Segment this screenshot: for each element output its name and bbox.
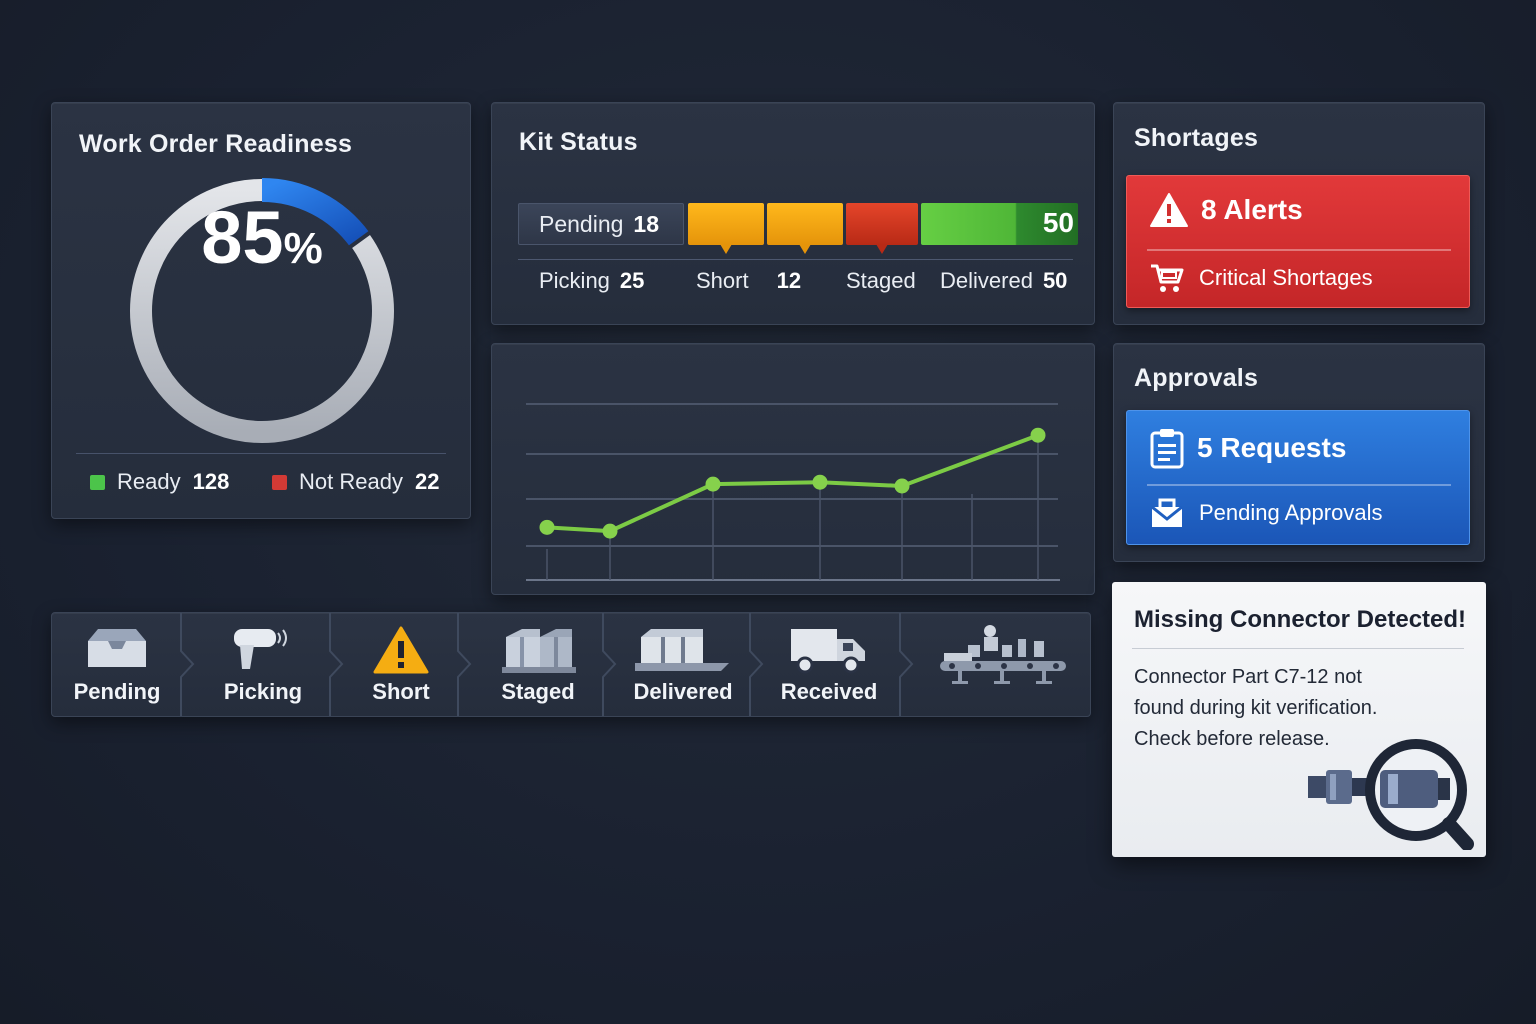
clipboard-icon <box>1150 429 1184 469</box>
donut-progress-arc <box>261 178 370 248</box>
trend-series-line <box>546 433 1039 534</box>
shortages-title: Shortages <box>1134 124 1259 152</box>
kit-status-title: Kit Status <box>519 128 638 156</box>
kit-segment-staged[interactable] <box>846 203 918 254</box>
alerts-heading: 8 Alerts <box>1149 192 1303 228</box>
alerts-count-label: 8 Alerts <box>1201 194 1303 225</box>
kit-label-staged: Staged <box>846 268 916 294</box>
kit-workflow-strip: Pending Picking Short Staged Delivered R… <box>51 612 1091 717</box>
kit-segment-short[interactable] <box>767 203 843 254</box>
legend-not-ready: Not Ready 22 <box>272 469 439 495</box>
workflow-step-received[interactable]: Received <box>765 613 893 716</box>
not-ready-label: Not Ready <box>299 469 403 494</box>
workflow-step-picking[interactable]: Picking <box>196 613 330 716</box>
notification-line: Connector Part C7-12 not <box>1134 666 1362 688</box>
pallet-icon <box>502 629 576 673</box>
kit-status-panel: Kit Status Pending 18 50 Picking 25 Short 1… <box>491 102 1095 325</box>
workflow-step-assembly[interactable] <box>915 613 1090 716</box>
kit-status-divider <box>518 259 1073 260</box>
workflow-step-delivered[interactable]: Delivered <box>618 613 748 716</box>
delivered-boxes-icon <box>635 629 729 671</box>
kit-segment-pending[interactable]: Pending 18 <box>518 203 684 245</box>
readiness-title: Work Order Readiness <box>79 130 353 158</box>
pending-approvals-link[interactable]: Pending Approvals <box>1149 497 1382 529</box>
box-icon <box>88 629 146 667</box>
readiness-donut <box>130 178 394 443</box>
step-label-staged: Staged <box>501 679 575 704</box>
inbox-icon <box>1151 498 1183 527</box>
kit-trend-panel <box>491 343 1095 595</box>
not-ready-count: 22 <box>414 469 440 494</box>
assembly-line-icon <box>940 625 1066 684</box>
step-label-picking: Picking <box>223 679 303 704</box>
kit-label-short: Short 12 <box>696 268 801 294</box>
kit-label-delivered: Delivered 50 <box>940 268 1067 294</box>
chevron-right-icon <box>457 613 472 716</box>
chevron-right-icon <box>749 613 764 716</box>
warning-icon <box>373 626 429 674</box>
connector-magnifier-icon <box>1308 739 1474 850</box>
pending-approvals-label: Pending Approvals <box>1199 500 1383 525</box>
missing-connector-notification[interactable]: Missing Connector Detected! Connector Pa… <box>1112 582 1486 857</box>
chevron-right-icon <box>602 613 617 716</box>
ready-count: 128 <box>192 469 230 494</box>
requests-divider <box>1147 484 1451 486</box>
kit-label-picking: Picking 25 <box>539 268 644 294</box>
shortages-panel: Shortages 8 Alerts Critical Shortages <box>1113 102 1485 325</box>
workflow-step-staged[interactable]: Staged <box>473 613 603 716</box>
readiness-divider <box>76 453 446 454</box>
requests-heading: 5 Requests <box>1149 427 1346 469</box>
short-label: Short <box>696 268 749 293</box>
not-ready-swatch <box>272 474 287 490</box>
kit-trend-chart <box>526 403 1060 581</box>
pending-label: Pending <box>539 210 624 237</box>
step-label-delivered: Delivered <box>633 679 733 704</box>
staged-label: Staged <box>846 268 916 293</box>
kit-segment-delivered[interactable]: 50 <box>921 203 1078 245</box>
trend-data-point[interactable] <box>1030 427 1046 443</box>
chevron-right-icon <box>899 613 914 716</box>
ready-swatch <box>90 474 105 490</box>
shortage-alerts-card[interactable]: 8 Alerts Critical Shortages <box>1126 175 1470 308</box>
ready-label: Ready <box>117 469 181 494</box>
warning-icon <box>1150 193 1188 227</box>
step-label-short: Short <box>372 679 430 704</box>
chevron-right-icon <box>329 613 344 716</box>
work-order-readiness-panel: Work Order Readiness 85% Ready 128 Not R… <box>51 102 471 519</box>
trend-data-point[interactable] <box>602 523 618 539</box>
kit-segment-picking[interactable] <box>688 203 764 254</box>
pending-count: 18 <box>633 210 660 237</box>
approvals-panel: Approvals 5 Requests Pending Approvals <box>1113 343 1485 562</box>
notification-line: found during kit verification. <box>1134 697 1378 719</box>
legend-ready: Ready 128 <box>90 469 229 495</box>
trend-data-point[interactable] <box>812 474 828 490</box>
picking-label: Picking <box>539 268 610 293</box>
delivered-count: 50 <box>1042 268 1068 293</box>
truck-icon <box>791 629 865 674</box>
critical-shortages-link[interactable]: Critical Shortages <box>1149 262 1373 294</box>
approvals-title: Approvals <box>1134 364 1259 392</box>
delivered-bar-value: 50 <box>1042 207 1074 238</box>
step-label-received: Received <box>780 679 878 704</box>
cart-icon <box>1151 264 1184 292</box>
delivered-label: Delivered <box>940 268 1033 293</box>
workflow-step-pending[interactable]: Pending <box>52 613 182 716</box>
trend-data-point[interactable] <box>705 476 721 492</box>
workflow-step-short[interactable]: Short <box>345 613 457 716</box>
short-count: 12 <box>776 268 802 293</box>
requests-count-label: 5 Requests <box>1197 432 1347 463</box>
trend-data-point[interactable] <box>539 519 555 535</box>
critical-shortages-label: Critical Shortages <box>1199 265 1373 290</box>
scanner-icon <box>234 629 287 669</box>
picking-count: 25 <box>619 268 645 293</box>
notification-divider <box>1132 648 1464 649</box>
notification-title: Missing Connector Detected! <box>1134 606 1467 633</box>
kit-status-bar: Pending 18 50 <box>518 203 1078 254</box>
approval-requests-card[interactable]: 5 Requests Pending Approvals <box>1126 410 1470 545</box>
chevron-right-icon <box>180 613 195 716</box>
step-label-pending: Pending <box>73 679 161 704</box>
alerts-divider <box>1147 249 1451 251</box>
trend-data-point[interactable] <box>894 478 910 494</box>
